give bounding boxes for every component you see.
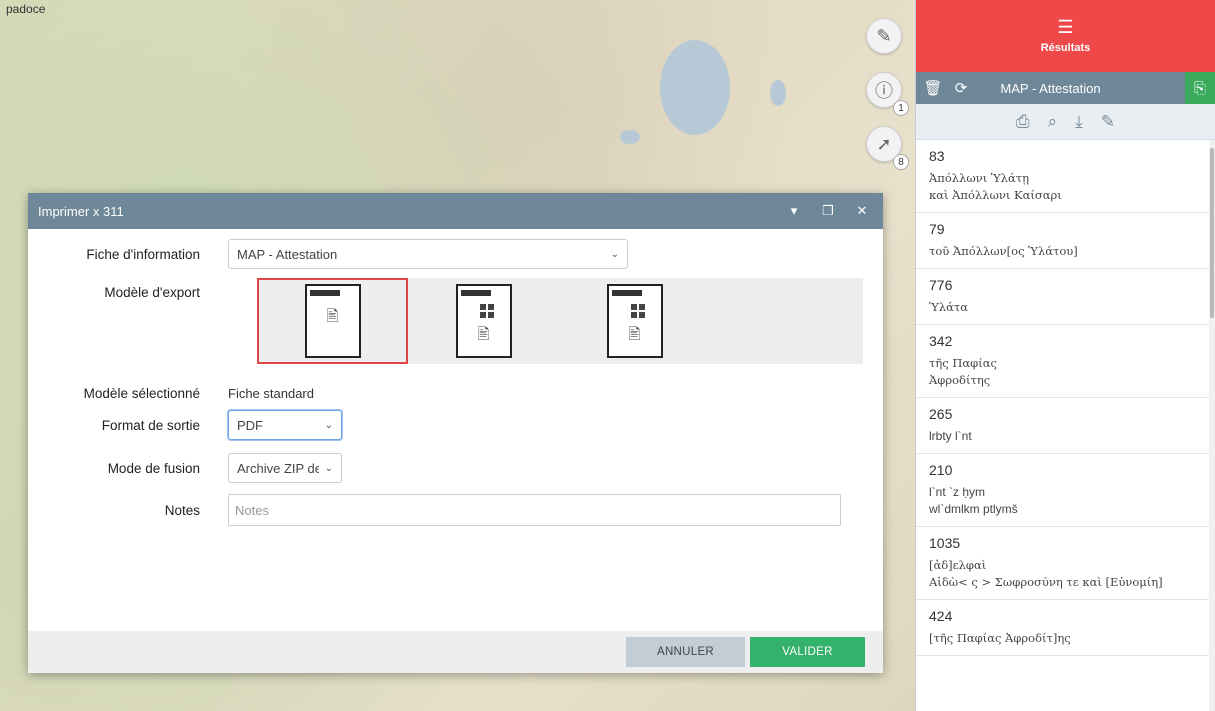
maximize-icon[interactable]: ❐ [817,203,839,219]
dialog-footer: ANNULER VALIDER [28,631,883,673]
result-text: τοῦ Ἀπόλλων[ος Ὑλάτου] [929,244,1078,258]
result-text: καὶ Ἀπόλλωνι Καίσαρι [929,188,1062,202]
result-item[interactable]: 265 lrbty l`nt [916,398,1209,454]
map-lake [620,130,640,144]
list-icon: ☰ [1057,17,1074,37]
results-header[interactable]: ☰ Résultats [916,0,1215,72]
result-text: [τῆς Παφίας Ἀφροδίτ]ης [929,631,1071,645]
edit-selection-icon[interactable]: ✎ [1101,112,1115,132]
fiche-label: Fiche d'information [86,246,200,262]
result-item[interactable]: 342 τῆς Παφίας Ἀφροδίτης [916,325,1209,398]
select-count-badge: 8 [893,154,909,170]
sheet-icon: 🖹 [304,284,361,358]
dialog-header: Imprimer x 311 ▾ ❐ ✕ [28,193,883,229]
scrollbar-thumb[interactable] [1210,148,1214,318]
result-number: 424 [929,608,953,624]
template-grid-alt[interactable]: 🖹 [559,278,710,364]
layer-bar: 🗑 ⟳ MAP - Attestation ⎘ [916,72,1215,104]
fusion-label: Mode de fusion [107,460,200,476]
result-number: 1035 [929,535,961,551]
map-place-label: padoce [6,2,46,16]
format-select[interactable]: PDF ⌄ [228,410,342,440]
map-lake [660,40,730,135]
results-panel: ☰ Résultats 🗑 ⟳ MAP - Attestation ⎘ ⎙ ⌕ … [915,0,1215,711]
result-number: 83 [929,148,945,164]
select-pointer-button[interactable]: ➚ 8 [866,126,909,170]
result-text: [ἀδ]ελφαὶ [929,558,987,572]
result-item[interactable]: 424 [τῆς Παφίας Ἀφροδίτ]ης [916,600,1209,656]
results-title: Résultats [1040,42,1091,54]
fusion-row: Mode de fusion Archive ZIP de ⌄ [28,453,342,483]
result-number: 79 [929,221,945,237]
format-value: PDF [237,417,263,433]
result-text: l`nt `z ḥym [929,485,986,499]
chevron-down-icon: ⌄ [610,248,619,260]
doc-edit-icon: 🖹 [628,326,641,343]
result-item[interactable]: 776 Ὑλάτα [916,269,1209,325]
doc-edit-icon: 🖹 [477,326,490,343]
download-icon[interactable]: ⤓ [1075,112,1083,132]
chevron-down-icon: ⌄ [324,462,333,474]
doc-edit-icon: 🖹 [326,308,339,325]
result-number: 265 [929,406,953,422]
info-pointer-icon: ⓘ [875,81,893,101]
format-row: Format de sortie PDF ⌄ [28,410,342,440]
modele-row: Modèle d'export [28,285,228,300]
template-picker: 🖹 🖹 🖹 [257,278,863,364]
grid-icon [479,304,494,318]
result-item[interactable]: 1035 [ἀδ]ελφαὶ Αἰδὼ< ς > Σωφροσύνη τε καὶ … [916,527,1209,600]
select-pointer-icon: ➚ [876,133,892,154]
modele-selected-row: Modèle sélectionné Fiche standard [28,383,314,403]
chevron-down-icon: ⌄ [324,419,333,431]
validate-button[interactable]: VALIDER [750,637,865,667]
result-text: τῆς Παφίας [929,356,997,370]
result-text: Αἰδὼ< ς > Σωφροσύνη τε καὶ [Εὐνομίη] [929,575,1163,589]
zoom-to-icon[interactable]: ⌕ [1048,112,1058,132]
sheet-icon: 🖹 [455,284,512,358]
results-scrollbar[interactable] [1209,140,1215,711]
fiche-row: Fiche d'information MAP - Attestation ⌄ [28,239,628,269]
result-text: wl`dmlkm ptlymš [929,502,1018,516]
notes-input[interactable]: Notes [228,494,841,526]
result-number: 210 [929,462,953,478]
grid-icon [630,304,645,318]
fiche-select[interactable]: MAP - Attestation ⌄ [228,239,628,269]
modele-selected-label: Modèle sélectionné [83,385,200,401]
info-count-badge: 1 [893,100,909,116]
result-text: Ἀφροδίτης [929,373,991,387]
template-standard[interactable]: 🖹 [257,278,408,364]
info-pointer-button[interactable]: ⓘ 1 [866,72,909,116]
result-item[interactable]: 210 l`nt `z ḥym wl`dmlkm ptlymš [916,454,1209,527]
result-text: lrbty l`nt [929,429,972,443]
print-dialog: Imprimer x 311 ▾ ❐ ✕ Fiche d'information… [28,193,883,673]
fusion-select[interactable]: Archive ZIP de ⌄ [228,453,342,483]
result-item[interactable]: 79 τοῦ Ἀπόλλων[ος Ὑλάτου] [916,213,1209,269]
dialog-title: Imprimer x 311 [38,203,124,219]
results-toolbar: ⎙ ⌕ ⤓ ✎ [916,104,1215,140]
modele-selected-value: Fiche standard [228,385,314,401]
print-icon[interactable]: ⎙ [1016,112,1030,132]
layer-title: MAP - Attestation [1000,80,1101,96]
result-text: Ὑλάτα [929,300,968,314]
result-number: 342 [929,333,953,349]
result-number: 776 [929,277,953,293]
collapse-icon[interactable]: ▾ [783,203,805,219]
results-list: 83 Ἀπόλλωνι Ὑλάτῃ καὶ Ἀπόλλωνι Καίσαρι 79 το… [916,140,1209,711]
cancel-button[interactable]: ANNULER [626,637,745,667]
result-item[interactable]: 83 Ἀπόλλωνι Ὑλάτῃ καὶ Ἀπόλλωνι Καίσαρι [916,140,1209,213]
notes-label: Notes [164,502,200,518]
sheet-icon: 🖹 [606,284,663,358]
draw-tools-button[interactable]: ✎ [866,18,902,54]
result-text: Ἀπόλλωνι Ὑλάτῃ [929,171,1029,185]
format-label: Format de sortie [101,417,200,433]
fiche-value: MAP - Attestation [237,246,338,262]
export-layer-icon[interactable]: ⎘ [1185,72,1215,104]
fusion-value: Archive ZIP de [237,460,319,476]
modele-label: Modèle d'export [104,285,200,300]
notes-row: Notes Notes [28,494,841,526]
map-lake [770,80,786,106]
close-icon[interactable]: ✕ [851,203,873,219]
template-grid[interactable]: 🖹 [408,278,559,364]
draw-tools-icon: ✎ [876,25,892,46]
